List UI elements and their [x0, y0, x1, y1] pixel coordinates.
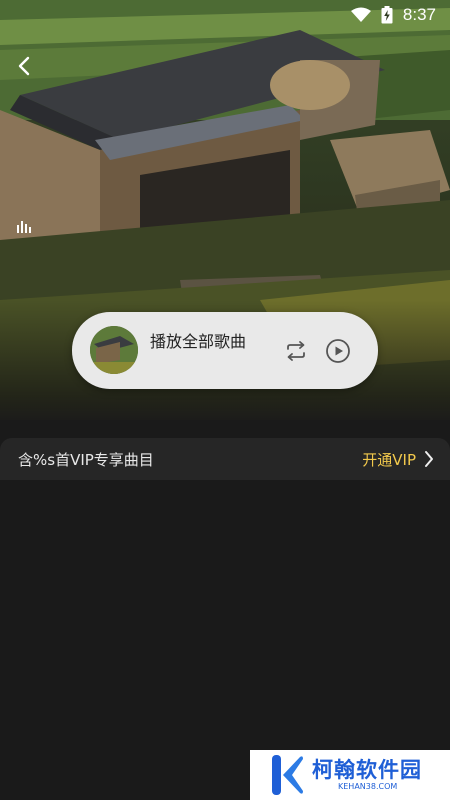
watermark-domain: KEHAN38.COM — [338, 782, 398, 791]
wifi-icon — [350, 7, 371, 23]
watermark-name: 柯翰软件园 — [312, 758, 422, 782]
status-bar: 8:37 — [0, 0, 450, 30]
k-logo-icon — [272, 755, 303, 795]
play-button[interactable] — [324, 337, 352, 365]
back-button[interactable] — [10, 52, 38, 80]
status-time: 8:37 — [402, 5, 436, 24]
chevron-right-icon — [425, 451, 433, 467]
watermark-logo: 柯翰软件园 KEHAN38.COM — [250, 750, 450, 800]
vip-banner: 含%s首VIP专享曲目 开通VIP — [0, 438, 450, 480]
repeat-icon — [287, 341, 305, 361]
album-thumbnail — [90, 326, 138, 374]
equalizer-icon[interactable] — [16, 218, 34, 237]
open-vip-label: 开通VIP — [362, 450, 416, 469]
play-all-panel[interactable]: 播放全部歌曲 — [72, 312, 378, 389]
play-all-label[interactable]: 播放全部歌曲 — [150, 328, 246, 352]
chevron-left-icon — [18, 56, 30, 76]
open-vip-button[interactable]: 开通VIP — [362, 449, 434, 470]
battery-charging-icon — [381, 6, 393, 24]
play-circle-icon — [326, 339, 350, 363]
vip-track-count-text: 含%s首VIP专享曲目 — [18, 450, 154, 469]
repeat-button[interactable] — [282, 337, 310, 365]
